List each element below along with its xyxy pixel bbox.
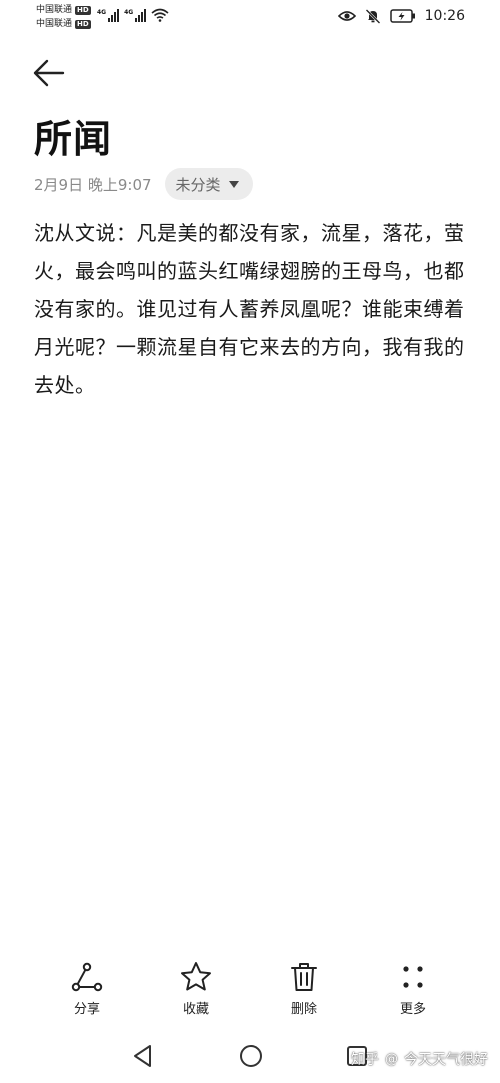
- hd-badge: HD: [75, 5, 91, 15]
- delete-label: 删除: [290, 1002, 317, 1017]
- more-button[interactable]: 更多: [373, 960, 453, 1017]
- nav-home-button[interactable]: [236, 1041, 266, 1071]
- more-label: 更多: [399, 1002, 426, 1017]
- category-dropdown[interactable]: 未分类: [164, 168, 253, 200]
- share-label: 分享: [73, 1002, 100, 1017]
- share-button[interactable]: 分享: [47, 960, 127, 1017]
- back-arrow-icon: [33, 59, 65, 87]
- circle-home-icon: [240, 1045, 262, 1067]
- share-icon: [71, 962, 103, 992]
- note-title[interactable]: 所闻: [34, 108, 112, 163]
- note-date: 2月9日 晚上9:07: [34, 175, 152, 194]
- note-body[interactable]: 沈从文说：凡是美的都没有家，流星，落花，萤火，最会鸣叫的蓝头红嘴绿翅膀的王母鸟，…: [34, 214, 470, 404]
- status-bar: 中国联通 HD 中国联通 HD 4G 4G 10:26: [0, 0, 500, 36]
- more-dots-icon: [403, 966, 423, 988]
- star-icon: [181, 962, 211, 991]
- eye-icon: [337, 11, 356, 21]
- signal-indicators: 4G 4G: [97, 8, 169, 22]
- zhihu-watermark: 知乎 @ 今天天气很好: [351, 1049, 488, 1069]
- signal-icon: 4G: [97, 9, 120, 22]
- status-right-group: 10:26: [337, 8, 465, 24]
- favorite-label: 收藏: [182, 1002, 209, 1017]
- carrier-info: 中国联通 HD 中国联通 HD: [36, 3, 91, 31]
- nav-back-button[interactable]: [128, 1041, 158, 1071]
- trash-icon: [291, 963, 317, 991]
- carrier-name-2: 中国联通: [36, 19, 73, 29]
- clock: 10:26: [424, 8, 465, 24]
- carrier-name-1: 中国联通: [36, 5, 73, 15]
- note-meta: 2月9日 晚上9:07 未分类: [34, 168, 253, 200]
- signal-icon: 4G: [124, 9, 147, 22]
- triangle-back-icon: [134, 1045, 151, 1067]
- mute-bell-icon: [365, 9, 380, 24]
- network-type-label: 4G: [97, 9, 107, 16]
- battery-icon: [389, 9, 415, 23]
- network-type-label: 4G: [124, 9, 134, 16]
- watermark-site: 知乎: [351, 1052, 379, 1068]
- caret-down-icon: [228, 180, 239, 188]
- favorite-button[interactable]: 收藏: [156, 960, 236, 1017]
- back-button[interactable]: [30, 55, 68, 91]
- bottom-toolbar: 分享 收藏 删除 更多: [0, 960, 500, 1024]
- wifi-icon: [151, 8, 169, 22]
- hd-badge: HD: [75, 19, 91, 29]
- delete-button[interactable]: 删除: [264, 960, 344, 1017]
- watermark-at: @: [385, 1051, 398, 1067]
- watermark-author: 今天天气很好: [404, 1052, 488, 1068]
- category-label: 未分类: [175, 175, 221, 194]
